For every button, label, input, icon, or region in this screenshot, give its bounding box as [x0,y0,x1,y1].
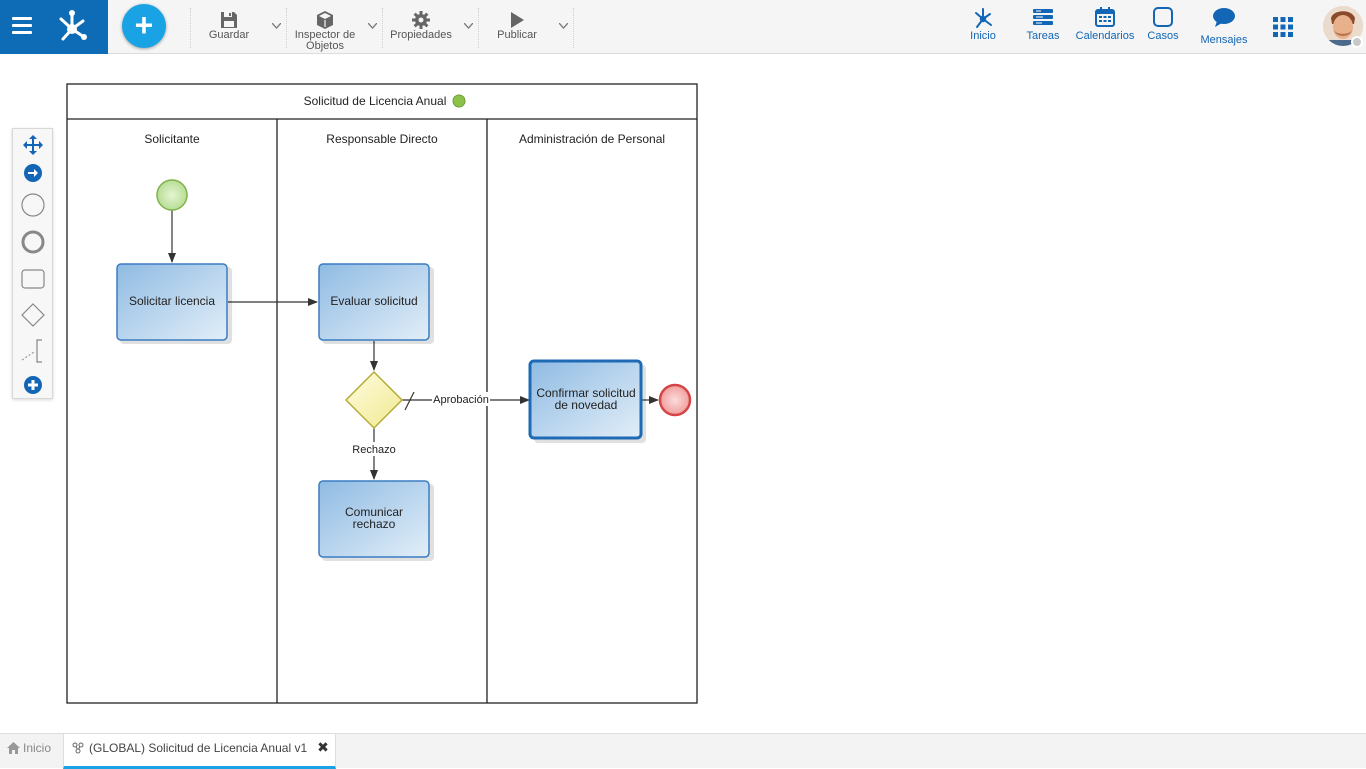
lane-responsable-directo[interactable]: Responsable Directo [326,132,438,146]
process-icon [72,742,84,754]
end-event[interactable] [658,383,692,417]
pool-title: Solicitud de Licencia Anual [304,94,447,108]
task-tool-icon[interactable] [20,266,46,292]
tab-inicio[interactable]: Inicio [0,734,62,768]
gateway-tool-icon[interactable] [20,302,46,328]
task-label-line2: rechazo [353,517,396,531]
shape-palette [12,128,53,399]
task-evaluar-solicitud[interactable]: Evaluar solicitud [318,263,434,344]
task-label-line2: de novedad [555,398,618,412]
lane-administracion-personal[interactable]: Administración de Personal [519,132,665,146]
lane-title-solicitante: Solicitante [144,132,200,146]
task-label: Evaluar solicitud [330,294,417,308]
tab-process-label: (GLOBAL) Solicitud de Licencia Anual v1 [89,741,308,755]
task-solicitar-licencia[interactable]: Solicitar licencia [116,263,232,344]
pool-status-indicator [452,94,466,108]
tab-process-diagram[interactable]: (GLOBAL) Solicitud de Licencia Anual v1 … [63,734,336,769]
lane-title-administracion-personal: Administración de Personal [519,132,665,146]
process-diagram-canvas[interactable]: Solicitud de Licencia Anual Solicitante … [0,0,1366,733]
tab-inicio-label: Inicio [23,741,52,755]
start-event-tool-icon[interactable] [20,192,46,218]
start-event[interactable] [156,179,188,211]
plus-circle-icon[interactable] [20,372,46,398]
close-icon[interactable]: ✖ [316,740,330,754]
end-event-tool-icon[interactable] [20,229,46,255]
arrow-right-circle-icon[interactable] [20,160,46,186]
bottom-tab-bar: Inicio (GLOBAL) Solicitud de Licencia An… [0,733,1366,769]
task-label: Solicitar licencia [129,294,215,308]
flow-label-aprobacion: Aprobación [433,394,489,406]
annotation-tool-icon[interactable] [20,338,46,364]
lane-solicitante[interactable]: Solicitante [144,132,200,146]
home-icon [7,742,20,754]
move-icon[interactable] [20,132,46,158]
task-comunicar-rechazo[interactable]: Comunicar rechazo [318,480,434,561]
flow-label-rechazo: Rechazo [352,444,395,456]
task-confirmar-solicitud-de-novedad[interactable]: Confirmar solicitud de novedad [528,359,646,443]
lane-title-responsable-directo: Responsable Directo [326,132,438,146]
